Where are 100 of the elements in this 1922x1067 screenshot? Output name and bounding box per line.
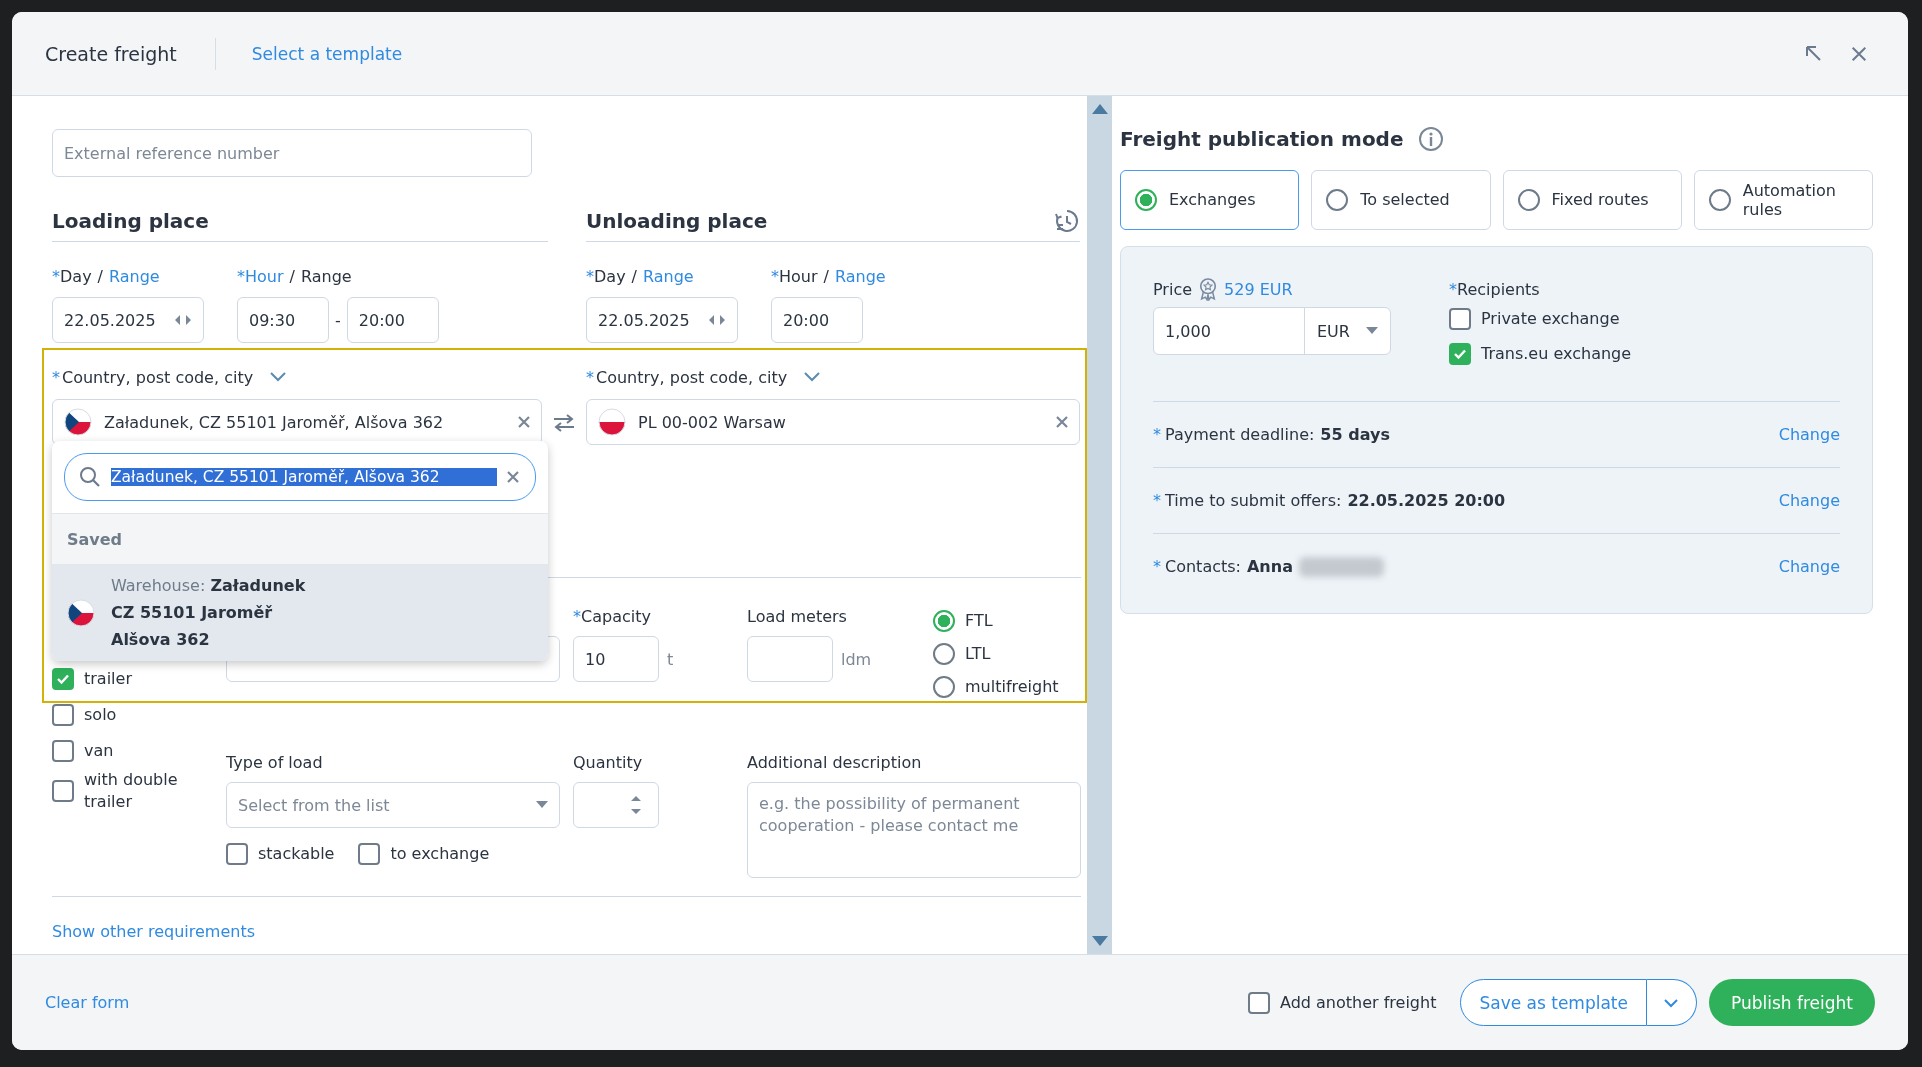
flag-icon <box>64 408 92 436</box>
chevron-icon[interactable] <box>803 371 822 383</box>
mode-toggle[interactable]: Range <box>300 266 352 286</box>
radio-button[interactable] <box>933 642 955 665</box>
history-icon[interactable] <box>1054 208 1080 234</box>
scroll-down-icon[interactable] <box>1091 936 1108 946</box>
clear-icon[interactable] <box>507 471 519 483</box>
spinner-icon[interactable] <box>630 793 642 817</box>
checkbox-label: stackable <box>258 843 335 865</box>
reference-field[interactable]: External reference number <box>52 129 532 177</box>
field-label: Country, post code, city <box>62 367 254 387</box>
mode-option[interactable]: To selected <box>1311 170 1491 230</box>
save-template-button[interactable]: Save as template <box>1460 979 1647 1026</box>
location-field[interactable]: Załadunek, CZ 55101 Jaroměř, Alšova 362 <box>52 399 542 445</box>
required-mark: * <box>586 367 594 387</box>
requirements-link[interactable]: Show other requirements <box>52 922 256 941</box>
clear-icon[interactable] <box>518 416 530 428</box>
checkbox[interactable] <box>1248 991 1270 1014</box>
load-meters-field[interactable] <box>747 636 833 682</box>
checkbox[interactable] <box>226 843 248 865</box>
address-line: CZ 55101 Jaroměř <box>111 602 274 624</box>
field-label: Additional description <box>747 752 922 772</box>
mode-toggle[interactable]: Day <box>594 266 626 286</box>
unit-label: ldm <box>841 649 872 669</box>
capacity-field[interactable]: 10 <box>573 636 659 682</box>
date-value: 22.05.2025 <box>598 310 690 330</box>
section-heading: Loading place <box>52 209 209 233</box>
term-value: 22.05.2025 20:00 <box>1347 491 1506 510</box>
checkbox[interactable] <box>1449 342 1471 365</box>
mode-toggle[interactable]: Day <box>60 266 92 286</box>
checkbox-label: Add another freight <box>1280 991 1437 1014</box>
load-type-select[interactable]: Select from the list <box>226 782 560 828</box>
field-label: Price <box>1153 279 1193 299</box>
required-mark: * <box>1153 557 1161 576</box>
chevron-icon <box>1663 997 1680 1008</box>
checkbox[interactable] <box>358 843 381 865</box>
clear-icon[interactable] <box>1056 416 1068 428</box>
close-icon[interactable] <box>1850 44 1868 63</box>
section-header: Saved <box>52 513 548 564</box>
scrollbar[interactable] <box>1087 96 1112 954</box>
stepper-icon[interactable] <box>708 314 726 326</box>
mode-toggle[interactable]: Range <box>643 266 694 286</box>
date-value: 22.05.2025 <box>64 310 156 330</box>
description-field[interactable]: e.g. the possibility of permanent cooperation - please contact me <box>747 782 1081 878</box>
time-field[interactable]: 09:30 <box>237 297 329 343</box>
swap-icon[interactable] <box>552 413 576 433</box>
required-mark: * <box>52 266 60 286</box>
separator: / <box>631 266 637 286</box>
mode-option[interactable]: Fixed routes <box>1502 170 1682 230</box>
mode-toggle[interactable]: Hour <box>245 266 284 286</box>
search-field[interactable]: Załadunek, CZ 55101 Jaroměř, Alšova 362 <box>64 453 536 501</box>
checkbox[interactable] <box>52 668 74 690</box>
mode-toggle[interactable]: Range <box>834 266 886 286</box>
mode-option[interactable]: Automation rules <box>1693 170 1873 230</box>
quantity-field[interactable] <box>573 782 659 828</box>
location-field[interactable]: PL 00-002 Warsaw <box>586 399 1080 445</box>
caret-icon <box>536 801 548 809</box>
separator: / <box>823 266 829 286</box>
radio-label: LTL <box>965 644 991 663</box>
field-label: Capacity <box>581 606 651 626</box>
mode-option[interactable]: Exchanges <box>1120 170 1300 230</box>
field-label: Type of load <box>226 752 323 772</box>
radio-label: multifreight <box>965 677 1059 696</box>
radio-label: FTL <box>965 611 993 630</box>
required-mark: * <box>586 266 594 286</box>
radio-button[interactable] <box>933 675 955 698</box>
term-label: Payment deadline: <box>1165 425 1315 444</box>
checkbox[interactable] <box>1449 307 1471 330</box>
checkbox-label: van <box>84 740 114 762</box>
term-value: 55 days <box>1320 425 1390 444</box>
required-mark: * <box>1449 279 1457 299</box>
required-mark: * <box>771 266 779 286</box>
radio-button[interactable] <box>933 609 955 632</box>
stepper-icon[interactable] <box>174 314 192 326</box>
section-heading: Unloading place <box>586 209 768 233</box>
date-field[interactable]: 22.05.2025 <box>586 297 738 343</box>
info-icon[interactable] <box>1417 126 1444 152</box>
select-placeholder: Select from the list <box>238 795 390 815</box>
date-field[interactable]: 22.05.2025 <box>52 297 204 343</box>
chevron-icon[interactable] <box>269 371 288 383</box>
address-line: Alšova 362 <box>111 629 211 651</box>
saved-place-item[interactable]: Warehouse: Załadunek CZ 55101 Jaroměř Alšova 362 <box>52 564 548 661</box>
dropdown-button[interactable] <box>1647 979 1697 1026</box>
time-field[interactable]: 20:00 <box>771 297 863 343</box>
field-label: Country, post code, city <box>596 367 788 387</box>
field-label: Load meters <box>747 606 847 626</box>
unit-label: t <box>667 649 674 669</box>
scroll-up-icon[interactable] <box>1091 104 1108 114</box>
checkbox[interactable] <box>52 779 74 802</box>
mode-toggle[interactable]: Hour <box>779 266 818 286</box>
checkbox[interactable] <box>52 704 74 726</box>
mode-toggle[interactable]: Range <box>109 266 160 286</box>
search-value: Załadunek, CZ 55101 Jaroměř, Alšova 362 <box>111 468 497 486</box>
award-icon <box>1198 277 1219 301</box>
checkbox[interactable] <box>52 740 74 762</box>
checkbox-label: with double trailer <box>84 769 179 813</box>
flag-icon <box>598 408 626 436</box>
time-field[interactable]: 20:00 <box>346 297 439 343</box>
search-icon <box>79 466 101 488</box>
term-label: Contacts: <box>1165 557 1241 576</box>
